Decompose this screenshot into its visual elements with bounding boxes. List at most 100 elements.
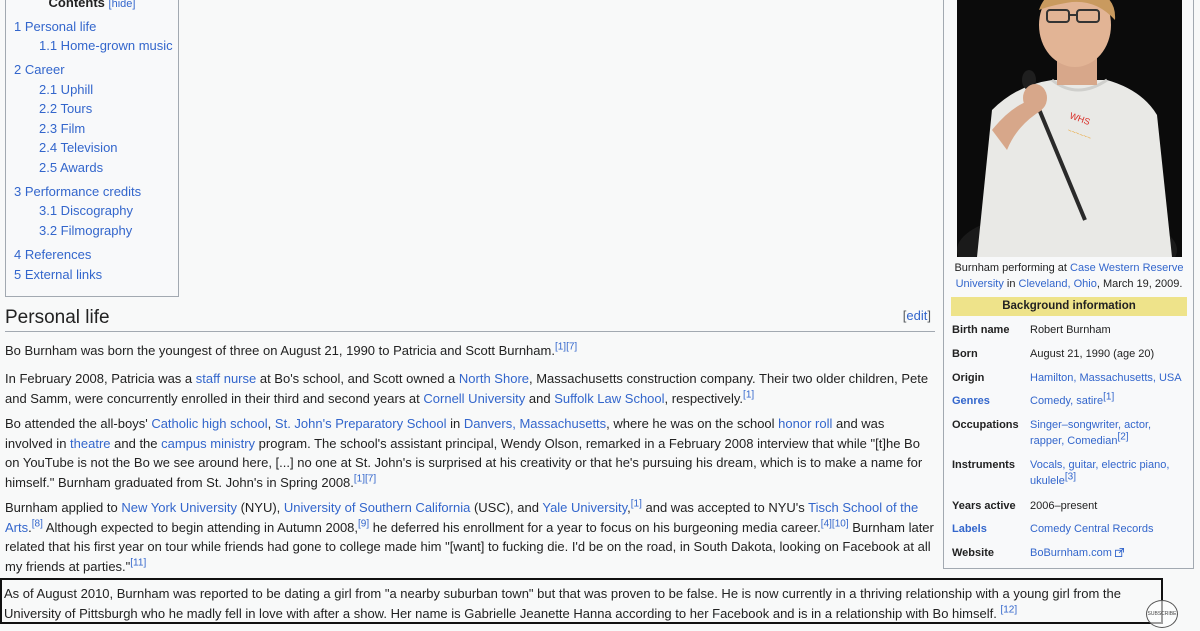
text: , respectively. <box>664 390 744 406</box>
paragraph-college: Burnham applied to New York University (… <box>5 498 935 576</box>
performer-photo-illustration: WHS ~~~~~~ <box>957 0 1182 257</box>
row-value-link[interactable]: Comedy Central Records <box>1030 521 1188 537</box>
citation[interactable]: [1] <box>743 389 754 400</box>
link-theatre[interactable]: theatre <box>70 436 110 451</box>
row-value: Singer–songwriter, actor, rapper, Comedi… <box>1030 417 1188 449</box>
photo-caption: Burnham performing at Case Western Reser… <box>948 260 1190 292</box>
citation[interactable]: [8] <box>32 518 43 529</box>
link-nyu[interactable]: New York University <box>121 500 237 515</box>
citation[interactable]: [9] <box>358 518 369 529</box>
link-st-johns-prep[interactable]: St. John's Preparatory School <box>275 416 447 431</box>
toc-item-performance-credits[interactable]: 3 Performance credits <box>14 184 141 199</box>
text: , <box>267 416 275 431</box>
toc-item-personal-life[interactable]: 1 Personal life <box>14 19 96 34</box>
text: and was accepted to NYU's <box>641 500 809 515</box>
link-cornell[interactable]: Cornell University <box>423 391 525 406</box>
row-value: Vocals, guitar, electric piano, ukulele[… <box>1030 457 1188 489</box>
background-information-header: Background information <box>951 297 1187 316</box>
text: in <box>1003 278 1019 290</box>
toc-title: Contents <box>48 0 105 10</box>
text: Burnham performing at <box>954 262 1071 274</box>
toc-item-external-links[interactable]: 5 External links <box>14 267 102 282</box>
row-value: BoBurnham.com <box>1030 545 1188 561</box>
citation[interactable]: [1] <box>1103 391 1114 402</box>
text: (USC), and <box>470 500 543 515</box>
row-label: Origin <box>952 372 985 384</box>
text: Bo attended the all-boys' <box>5 416 152 431</box>
toc-item-filmography[interactable]: 3.2 Filmography <box>39 223 132 238</box>
row-label-link[interactable]: Genres <box>952 393 1030 409</box>
paragraph-relationship: As of August 2010, Burnham was reported … <box>4 584 1160 623</box>
citation[interactable]: [1][7] <box>354 473 376 484</box>
row-value-link[interactable]: Comedy, satire <box>1030 395 1103 407</box>
text: As of August 2010, Burnham was reported … <box>4 586 1122 621</box>
section-heading: Personal life [edit] <box>5 303 935 332</box>
toc-item-career[interactable]: 2 Career <box>14 62 65 77</box>
toc-hide-link[interactable]: [hide] <box>109 0 136 10</box>
text: Burnham applied to <box>5 500 122 515</box>
link-honor-roll[interactable]: honor roll <box>778 416 832 431</box>
link-danvers[interactable]: Danvers, Massachusetts <box>464 416 606 431</box>
toc-item-discography[interactable]: 3.1 Discography <box>39 203 133 218</box>
citation[interactable]: [1][7] <box>555 342 577 353</box>
citation[interactable]: [1] <box>631 499 642 510</box>
citation[interactable]: [3] <box>1065 471 1076 482</box>
link-suffolk[interactable]: Suffolk Law School <box>554 391 664 406</box>
link-cleveland[interactable]: Cleveland, Ohio <box>1019 278 1097 290</box>
citation[interactable]: [2] <box>1117 431 1128 442</box>
section-title: Personal life <box>5 307 110 328</box>
paragraph-family: In February 2008, Patricia was a staff n… <box>5 369 935 408</box>
row-value: Comedy, satire[1] <box>1030 391 1188 409</box>
link-campus-ministry[interactable]: campus ministry <box>161 436 255 451</box>
text: in <box>446 416 464 431</box>
external-link-icon <box>1115 548 1124 557</box>
text: and the <box>110 435 162 451</box>
toc-item-home-grown-music[interactable]: 1.1 Home-grown music <box>39 38 173 53</box>
citation[interactable]: [11] <box>130 557 146 568</box>
row-label: Website <box>952 547 994 559</box>
toc-item-references[interactable]: 4 References <box>14 247 91 262</box>
text: he deferred his enrollment for a year to… <box>369 519 821 535</box>
toc-item-television[interactable]: 2.4 Television <box>39 140 118 155</box>
row-value: August 21, 1990 (age 20) <box>1030 348 1155 360</box>
section-edit-link[interactable]: [edit] <box>903 308 931 323</box>
row-label-link[interactable]: Labels <box>952 521 1030 537</box>
row-label: Occupations <box>952 419 1019 431</box>
toc-title-row: Contents [hide] <box>6 0 178 11</box>
row-label: Birth name <box>952 324 1010 336</box>
toc-item-uphill[interactable]: 2.1 Uphill <box>39 82 93 97</box>
link-catholic-high-school[interactable]: Catholic high school <box>151 416 267 431</box>
text: In February 2008, Patricia was a <box>5 371 196 386</box>
text: at Bo's school, and Scott owned a <box>256 371 459 386</box>
row-label: Born <box>952 348 978 360</box>
link-staff-nurse[interactable]: staff nurse <box>196 371 256 386</box>
text: (NYU), <box>236 500 284 515</box>
link-north-shore[interactable]: North Shore <box>459 371 529 386</box>
subscribe-watermark-icon[interactable]: SUBSCRIBE <box>1146 600 1178 628</box>
row-value: 2006–present <box>1030 500 1098 512</box>
row-value-link[interactable]: Singer–songwriter, actor, rapper, Comedi… <box>1030 419 1151 447</box>
website-link[interactable]: BoBurnham.com <box>1030 547 1112 559</box>
text: Bo Burnham was born the youngest of thre… <box>5 343 555 358</box>
text: , where he was on the school <box>606 416 779 431</box>
link-usc[interactable]: University of Southern California <box>284 500 470 515</box>
citation[interactable]: [4][10] <box>821 518 849 529</box>
text: and <box>525 390 555 406</box>
text: , March 19, 2009. <box>1096 278 1183 290</box>
edit-link-text: edit <box>906 308 928 323</box>
toc-item-film[interactable]: 2.3 Film <box>39 121 85 136</box>
link-yale[interactable]: Yale University <box>542 500 627 515</box>
toc-item-tours[interactable]: 2.2 Tours <box>39 101 92 116</box>
paragraph-school: Bo attended the all-boys' Catholic high … <box>5 414 935 492</box>
citation[interactable]: [12] <box>1000 604 1017 615</box>
row-value-link[interactable]: Vocals, guitar, electric piano, ukulele <box>1030 459 1169 487</box>
row-label: Instruments <box>952 459 1015 471</box>
paragraph-birth: Bo Burnham was born the youngest of thre… <box>5 341 935 361</box>
toc-item-awards[interactable]: 2.5 Awards <box>39 160 103 175</box>
table-of-contents: Contents [hide] 1 Personal life 1.1 Home… <box>5 0 179 297</box>
row-label: Years active <box>952 500 1016 512</box>
text: Although expected to begin attending in … <box>42 519 359 535</box>
infobox-photo[interactable]: WHS ~~~~~~ <box>957 0 1182 257</box>
row-value: Robert Burnham <box>1030 324 1111 336</box>
row-value-link[interactable]: Hamilton, Massachusetts, USA <box>1030 370 1188 386</box>
